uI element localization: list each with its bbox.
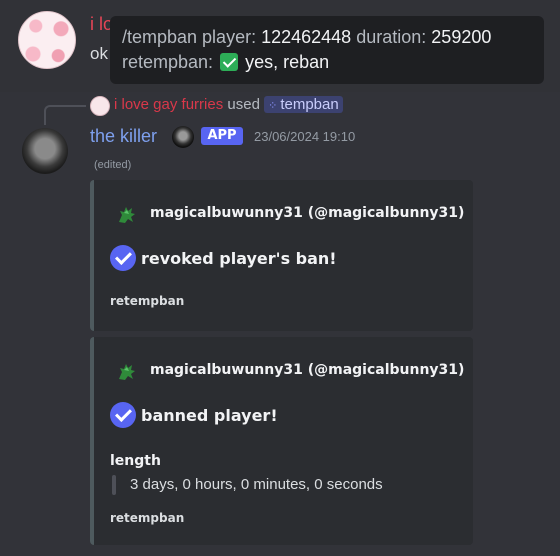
field-quote-bar [112,475,116,495]
embed-title-text: revoked player's ban! [141,249,337,268]
embed-field-name: length [110,453,161,469]
flower-avatar-icon[interactable] [18,11,76,69]
tooltip-retempban-value: yes, reban [245,52,330,72]
command-used-text: used [227,96,260,113]
check-box-icon [220,53,239,71]
slash-command-chip[interactable]: ⁘ tempban [264,96,343,113]
embed-footer: retempban [110,294,185,308]
edited-label: (edited) [94,159,132,171]
tooltip-retempban-label: retempban: [122,52,214,72]
check-circle-icon [110,402,136,428]
dragon-author-icon [119,207,135,223]
dragon-author-icon [119,364,135,380]
embed-author[interactable]: magicalbuwunny31 (@magicalbunny31) [150,205,464,221]
command-user-avatar[interactable] [90,96,110,116]
command-user-name[interactable]: i love gay furries [114,96,223,113]
check-circle-icon [110,245,136,271]
tooltip-command-label: /tempban player: [122,27,257,47]
bot-name[interactable]: the killer [90,126,157,147]
tooltip-duration-label: duration: [356,27,427,47]
embed-field-value: 3 days, 0 hours, 0 minutes, 0 seconds [130,476,383,493]
slash-command-name: tempban [280,96,339,113]
message-timestamp[interactable]: 23/06/2024 19:10 [254,129,355,144]
command-tooltip: /tempban player: 122462448 duration: 259… [110,16,544,84]
reply-connector-line [44,105,86,125]
embed-title: revoked player's ban! [110,245,337,271]
tooltip-duration-value: 259200 [431,27,492,47]
embed-title-text: banned player! [141,406,278,425]
troll-face-avatar-icon[interactable] [22,128,68,174]
embed-banned-player: magicalbuwunny31 (@magicalbunny31) banne… [90,337,473,545]
tooltip-player-value: 122462448 [261,27,352,47]
previous-message-content: ok [90,44,108,63]
tooltip-line-retempban: retempban: yes, reban [122,52,329,73]
embed-title: banned player! [110,402,278,428]
command-reference: i love gay furries used ⁘ tempban [114,96,343,113]
bot-name-icon [172,126,194,148]
embed-author[interactable]: magicalbuwunny31 (@magicalbunny31) [150,362,464,378]
embed-footer: retempban [110,511,185,525]
slash-command-icon: ⁘ [268,100,278,112]
app-badge: APP [201,127,243,145]
embed-revoked-ban: magicalbuwunny31 (@magicalbunny31) revok… [90,180,473,331]
tooltip-line-command: /tempban player: 122462448 duration: 259… [122,27,491,48]
